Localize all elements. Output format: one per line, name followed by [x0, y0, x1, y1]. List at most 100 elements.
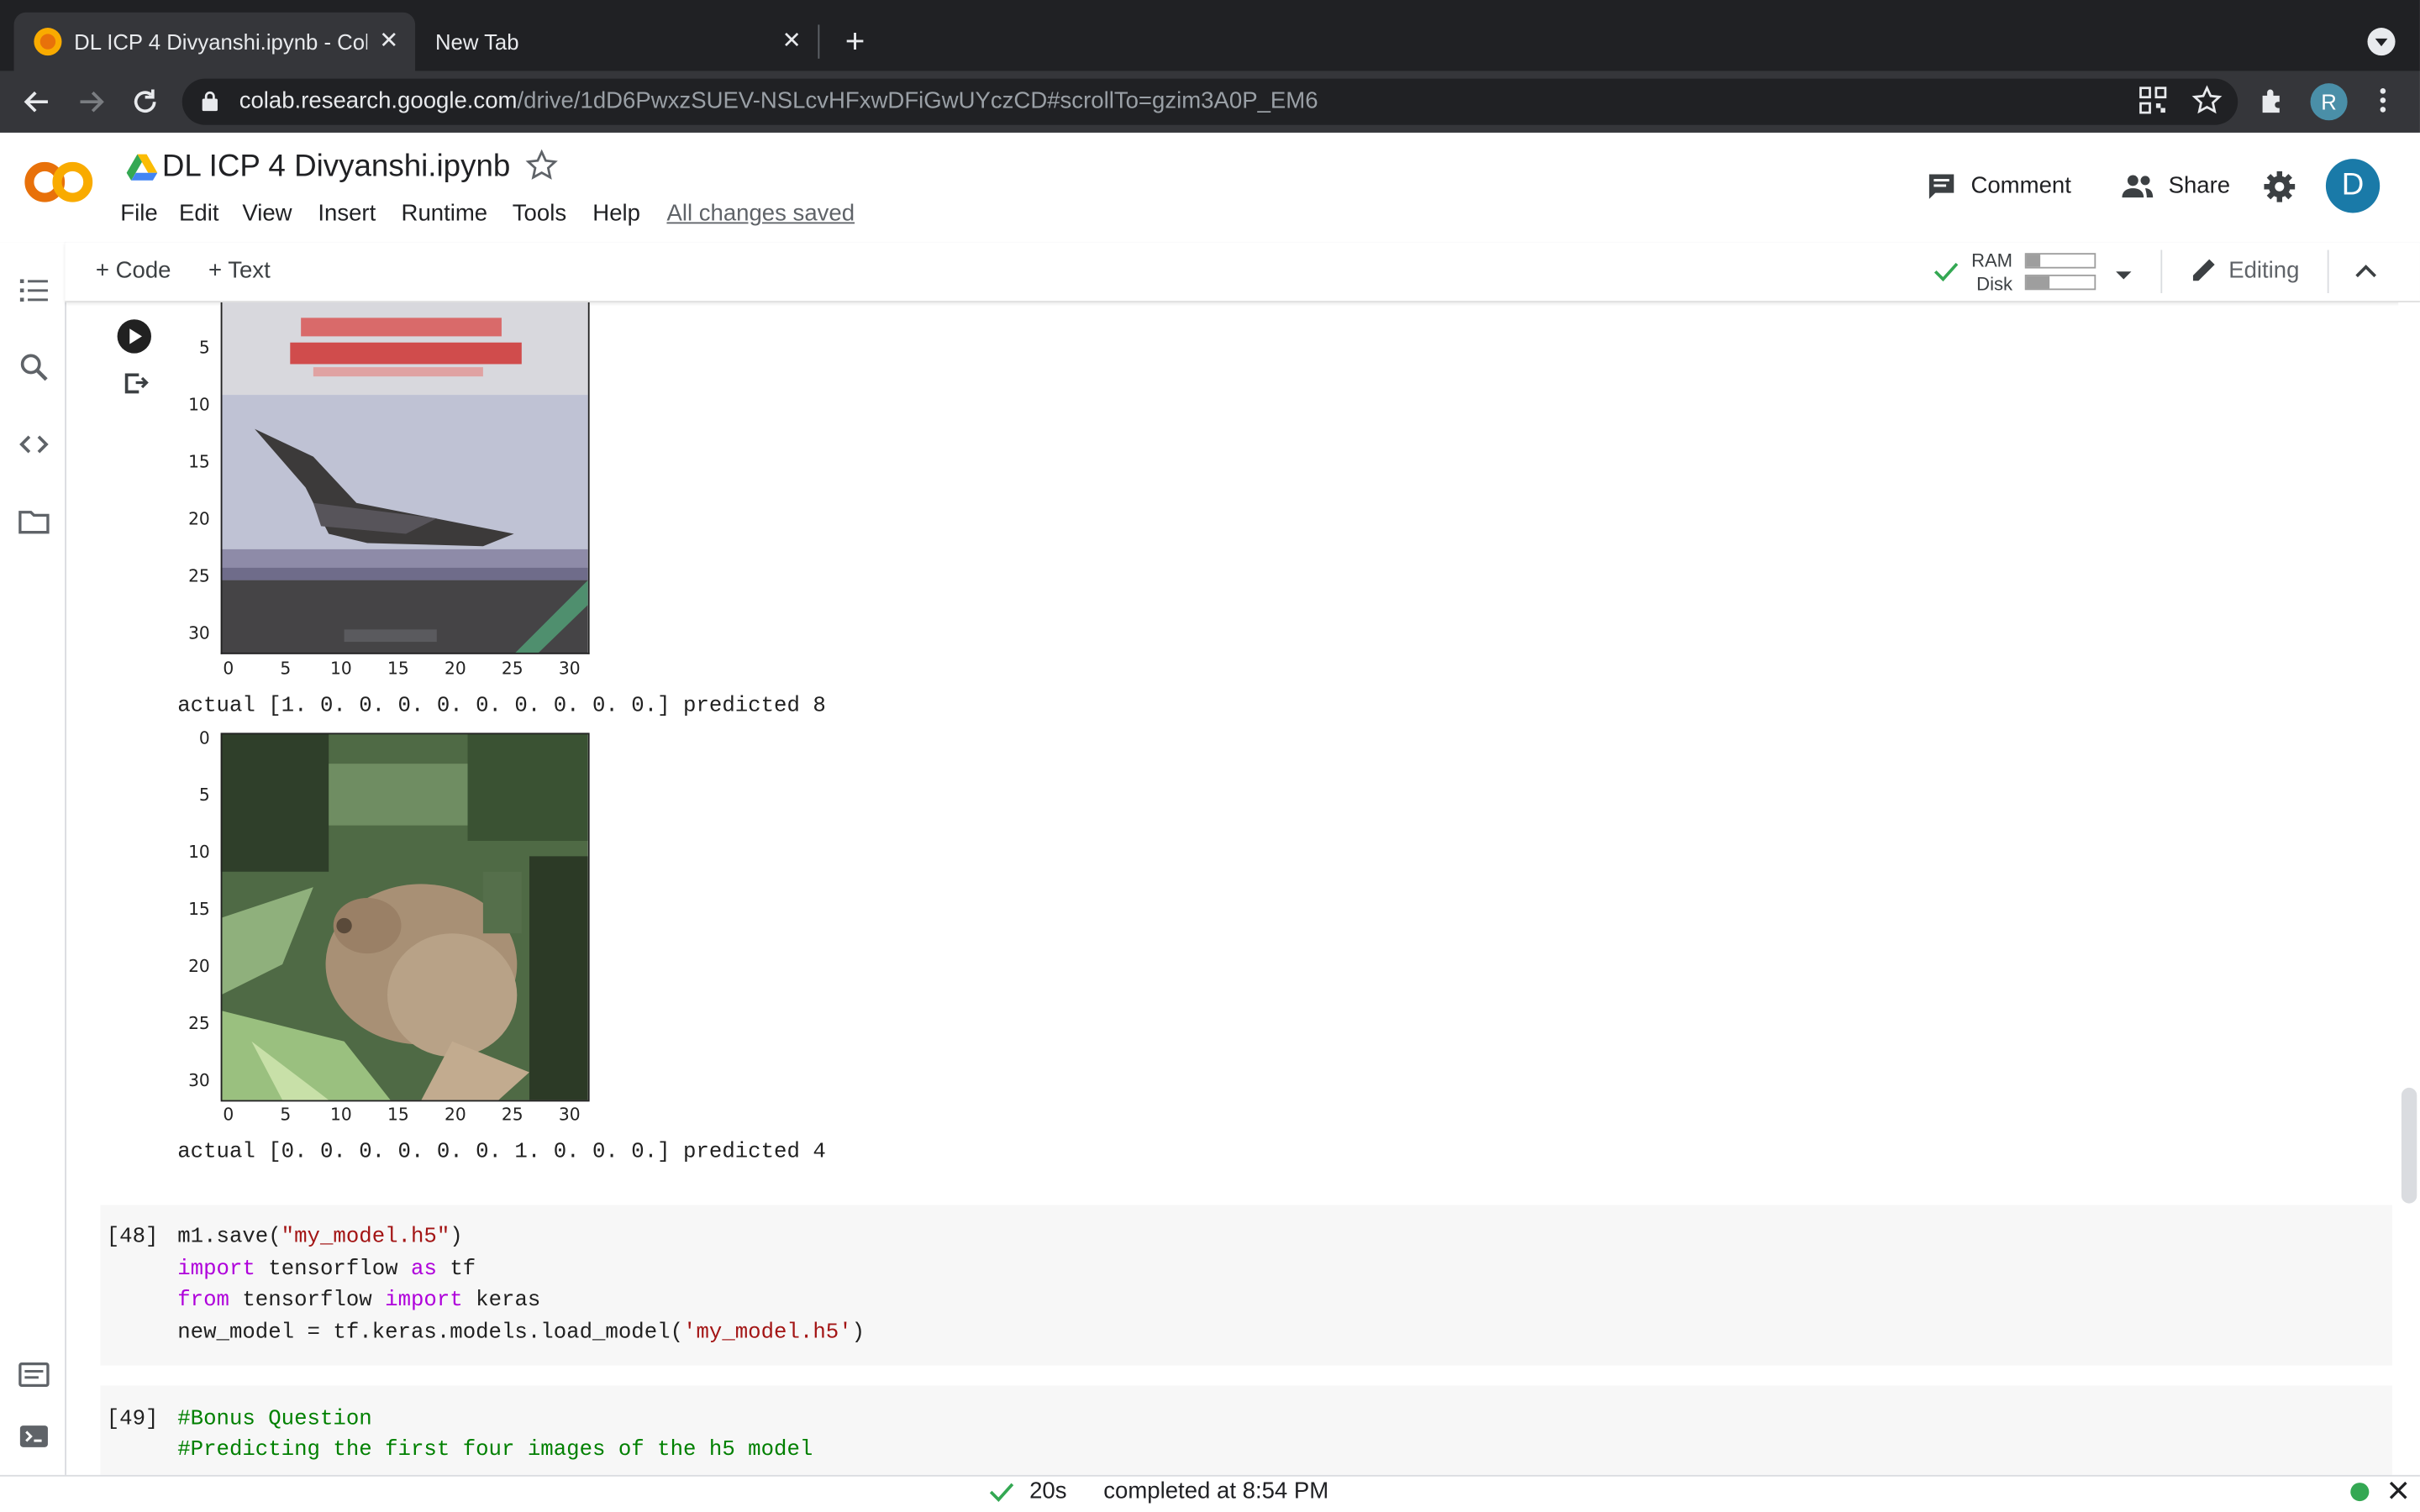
y-tick-label: 10: [188, 395, 210, 416]
code-line[interactable]: from tensorflow import keras: [177, 1285, 540, 1316]
x-tick-label: 5: [280, 1105, 292, 1125]
menu-tools[interactable]: Tools: [513, 199, 566, 230]
x-tick-label: 15: [387, 1105, 409, 1125]
code-line[interactable]: import tensorflow as tf: [177, 1254, 476, 1285]
notebook-title[interactable]: DL ICP 4 Divyanshi.ipynb: [162, 146, 533, 186]
x-tick-label: 20: [444, 1105, 466, 1125]
table-of-contents-icon[interactable]: [17, 273, 50, 307]
runtime-status-indicator: [2350, 1483, 2370, 1502]
google-drive-icon[interactable]: [126, 153, 158, 181]
files-folder-icon[interactable]: [17, 505, 50, 538]
reload-icon[interactable]: [128, 85, 161, 118]
close-status-icon[interactable]: [2386, 1478, 2411, 1503]
code-comment[interactable]: #Predicting the first four images of the…: [177, 1435, 813, 1466]
notebook-scrollbar[interactable]: [2398, 302, 2420, 1475]
tab-close-icon[interactable]: ✕: [376, 29, 401, 54]
star-notebook-icon[interactable]: [524, 148, 558, 181]
menu-view[interactable]: View: [242, 199, 292, 230]
terminal-icon[interactable]: [17, 1420, 50, 1453]
x-tick-label: 15: [387, 659, 409, 680]
ram-usage-fill: [2026, 255, 2040, 267]
share-people-icon[interactable]: [2121, 171, 2154, 202]
collapse-header-chevron-icon[interactable]: [2350, 256, 2381, 287]
code-comment[interactable]: #Bonus Question: [177, 1404, 371, 1435]
disk-usage-fill: [2026, 276, 2050, 289]
y-tick-label: 20: [188, 956, 210, 977]
tab-new-tab[interactable]: New Tab: [435, 28, 713, 55]
colab-logo-icon[interactable]: [24, 155, 94, 210]
code-token: m1.save(: [177, 1225, 281, 1250]
url-host: colab.research.google.com: [239, 87, 518, 114]
resources-dropdown-icon[interactable]: [2112, 264, 2134, 280]
execution-count: [49]: [106, 1407, 159, 1432]
ram-label: RAM: [1971, 249, 2013, 272]
command-palette-icon[interactable]: [17, 1357, 50, 1391]
add-code-button[interactable]: + Code: [96, 256, 171, 287]
execution-check-icon: [987, 1478, 1015, 1506]
notebook-toolbar: [65, 242, 2420, 302]
code-token: keras: [462, 1288, 541, 1314]
menu-edit[interactable]: Edit: [179, 199, 218, 230]
y-tick-label: 25: [188, 1013, 210, 1034]
output-menu-icon[interactable]: [122, 369, 150, 396]
execution-completed-text: completed at 8:54 PM: [1103, 1478, 1329, 1504]
menu-help[interactable]: Help: [592, 199, 640, 230]
code-line[interactable]: m1.save("my_model.h5"): [177, 1222, 463, 1253]
bookmark-star-icon[interactable]: [2191, 85, 2223, 114]
tab-close-icon[interactable]: ✕: [780, 29, 804, 54]
plot-frame: [220, 732, 590, 1102]
y-tick-label: 5: [198, 338, 210, 359]
scrollbar-thumb[interactable]: [2401, 1087, 2417, 1204]
code-keyword: import: [177, 1257, 255, 1283]
save-status-link[interactable]: All changes saved: [666, 199, 855, 230]
code-line[interactable]: new_model = tf.keras.models.load_model('…: [177, 1318, 865, 1349]
code-token: tensorflow: [255, 1257, 412, 1283]
menu-file[interactable]: File: [120, 199, 157, 230]
code-token: new_model = tf.keras.models.load_model(: [177, 1320, 684, 1346]
comment-button[interactable]: Comment: [1970, 171, 2070, 202]
code-string: "my_model.h5": [281, 1225, 450, 1250]
y-tick-label: 20: [188, 509, 210, 529]
editing-mode-button[interactable]: Editing: [2228, 256, 2299, 287]
x-tick-label: 5: [280, 659, 292, 680]
comment-icon[interactable]: [1926, 171, 1957, 202]
code-snippets-icon[interactable]: [17, 428, 50, 461]
y-tick-label: 0: [198, 727, 210, 748]
browser-profile-avatar[interactable]: R: [2310, 83, 2348, 121]
execution-duration: 20s: [1029, 1478, 1067, 1504]
url-path: /drive/1dD6PwxzSUEV-NSLcvHFxwDFiGwUYczCD…: [517, 87, 1318, 114]
new-tab-button[interactable]: +: [839, 24, 871, 58]
x-tick-label: 30: [558, 659, 581, 680]
tab-title: DL ICP 4 Divyanshi.ipynb - Colab: [74, 29, 368, 55]
y-tick-label: 10: [188, 842, 210, 863]
tab-separator: [818, 24, 820, 59]
edit-pencil-icon[interactable]: [2188, 255, 2219, 286]
forward-arrow-icon[interactable]: [74, 85, 108, 118]
back-arrow-icon[interactable]: [20, 85, 54, 118]
x-tick-label: 0: [223, 659, 234, 680]
add-text-button[interactable]: + Text: [208, 256, 271, 287]
plot-frame: [220, 302, 590, 654]
run-cell-button[interactable]: [117, 319, 151, 354]
share-button[interactable]: Share: [2169, 171, 2231, 202]
x-tick-label: 25: [501, 659, 523, 680]
browser-menu-icon[interactable]: [2367, 85, 2398, 113]
tab-search-icon[interactable]: [2367, 28, 2396, 56]
settings-gear-icon[interactable]: [2263, 170, 2296, 203]
y-tick-label: 5: [198, 785, 210, 806]
url-text[interactable]: colab.research.google.com/drive/1dD6Pwxz…: [239, 88, 1783, 116]
x-tick-label: 10: [330, 659, 352, 680]
x-tick-label: 20: [444, 659, 466, 680]
disk-usage-bar[interactable]: [2024, 274, 2096, 291]
search-icon[interactable]: [17, 350, 50, 384]
menu-runtime[interactable]: Runtime: [402, 199, 488, 230]
code-token: tf: [436, 1257, 476, 1283]
extensions-puzzle-icon[interactable]: [2258, 85, 2289, 113]
qr-code-icon[interactable]: [2138, 87, 2169, 114]
user-avatar[interactable]: D: [2325, 159, 2381, 213]
connected-check-icon: [1933, 258, 1960, 286]
ram-usage-bar[interactable]: [2024, 253, 2096, 269]
x-tick-label: 10: [330, 1105, 352, 1125]
lock-icon[interactable]: [202, 91, 218, 112]
menu-insert[interactable]: Insert: [318, 199, 376, 230]
